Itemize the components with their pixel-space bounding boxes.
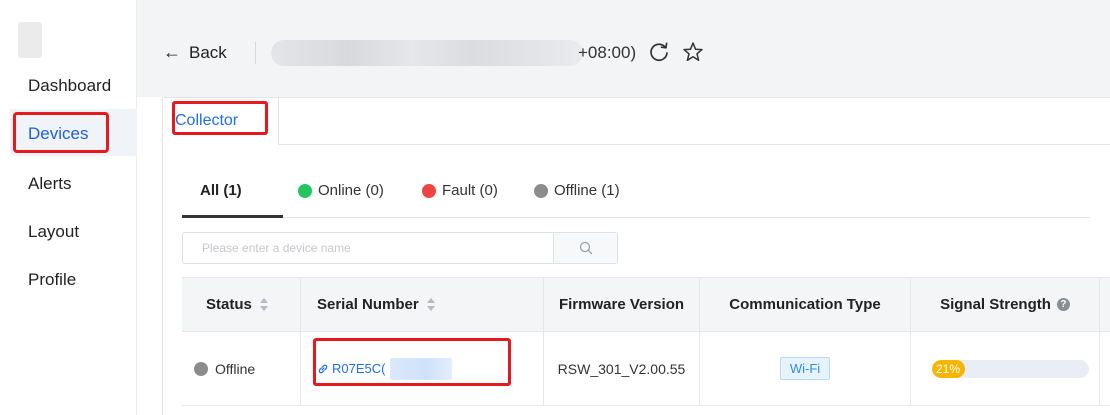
column-label: Communication Type <box>729 296 881 313</box>
sidebar-item-alerts[interactable]: Alerts <box>28 172 71 196</box>
back-arrow-icon: ← <box>163 42 181 62</box>
column-header-status[interactable]: Status <box>182 278 301 331</box>
devices-table: Status Serial Number Firmware Version Co… <box>182 277 1110 415</box>
column-header-communication-type: Communication Type <box>700 278 911 331</box>
active-tab-indicator <box>182 215 283 218</box>
highlight-box <box>13 112 109 153</box>
cell-firmware: RSW_301_V2.00.55 <box>544 332 700 405</box>
page-title-redacted <box>271 40 583 66</box>
column-header-signal-strength: Signal Strength ? <box>911 278 1100 331</box>
main-content: Collector All (1) Online (0) Fault (0) O… <box>162 97 1110 415</box>
divider <box>255 42 256 64</box>
back-button[interactable]: ← Back <box>163 42 227 63</box>
page-header: ← Back +08:00) <box>137 0 1110 97</box>
filter-fault[interactable]: Fault (0) <box>422 182 498 199</box>
sidebar-item-devices[interactable]: Devices <box>10 109 137 156</box>
status-filter-tabs: All (1) Online (0) Fault (0) Offline (1) <box>182 178 1090 218</box>
logo <box>18 22 42 58</box>
communication-type-badge: Wi-Fi <box>779 357 831 380</box>
sort-icon[interactable] <box>426 297 436 312</box>
signal-strength-fill: 21% <box>932 359 965 378</box>
online-status-dot <box>298 183 312 198</box>
search-icon <box>579 241 592 255</box>
cell-signal-strength: 21% <box>911 332 1100 405</box>
tab-collector[interactable]: Collector <box>163 98 279 145</box>
back-label: Back <box>189 42 227 62</box>
filter-label: Online (0) <box>318 182 384 199</box>
sort-icon[interactable] <box>259 297 269 312</box>
column-label: Status <box>206 296 252 313</box>
filter-label: Offline (1) <box>554 182 620 199</box>
device-search <box>182 232 618 264</box>
filter-offline[interactable]: Offline (1) <box>534 182 620 199</box>
highlight-box <box>172 101 268 135</box>
highlight-box <box>313 338 511 386</box>
filter-online[interactable]: Online (0) <box>298 182 384 199</box>
help-icon[interactable]: ? <box>1056 298 1070 311</box>
tab-bar: Collector <box>163 98 1110 145</box>
sidebar-item-dashboard[interactable]: Dashboard <box>28 74 111 98</box>
fault-status-dot <box>422 183 436 198</box>
offline-status-dot <box>534 183 548 198</box>
search-input[interactable] <box>183 233 553 263</box>
offline-status-dot <box>194 361 208 376</box>
sidebar-item-profile[interactable]: Profile <box>28 268 76 292</box>
column-label: Firmware Version <box>558 296 685 313</box>
column-header-serial[interactable]: Serial Number <box>301 278 544 331</box>
signal-strength-bar: 21% <box>932 359 1089 378</box>
refresh-icon[interactable] <box>648 40 670 64</box>
table-header: Status Serial Number Firmware Version Co… <box>182 277 1110 332</box>
status-text: Offline <box>215 360 256 377</box>
page-title-suffix: +08:00) <box>578 43 637 62</box>
cell-status: Offline <box>182 332 301 405</box>
sidebar-item-layout[interactable]: Layout <box>28 220 79 244</box>
cell-serial: R07E5C( <box>301 332 544 405</box>
filter-all[interactable]: All (1) <box>200 182 242 199</box>
column-label: Serial Number <box>317 296 419 313</box>
column-label: Signal Strength <box>940 296 1051 313</box>
star-icon[interactable] <box>682 40 704 64</box>
filter-label: Fault (0) <box>442 182 498 199</box>
search-button[interactable] <box>553 233 617 263</box>
sidebar: Dashboard Devices Alerts Layout Profile <box>0 0 137 415</box>
table-row: Offline R07E5C( RSW_301_V2.00.55 Wi-Fi 2… <box>182 332 1110 406</box>
column-header-firmware: Firmware Version <box>544 278 700 331</box>
cell-communication-type: Wi-Fi <box>700 332 911 405</box>
firmware-text: RSW_301_V2.00.55 <box>557 360 686 377</box>
